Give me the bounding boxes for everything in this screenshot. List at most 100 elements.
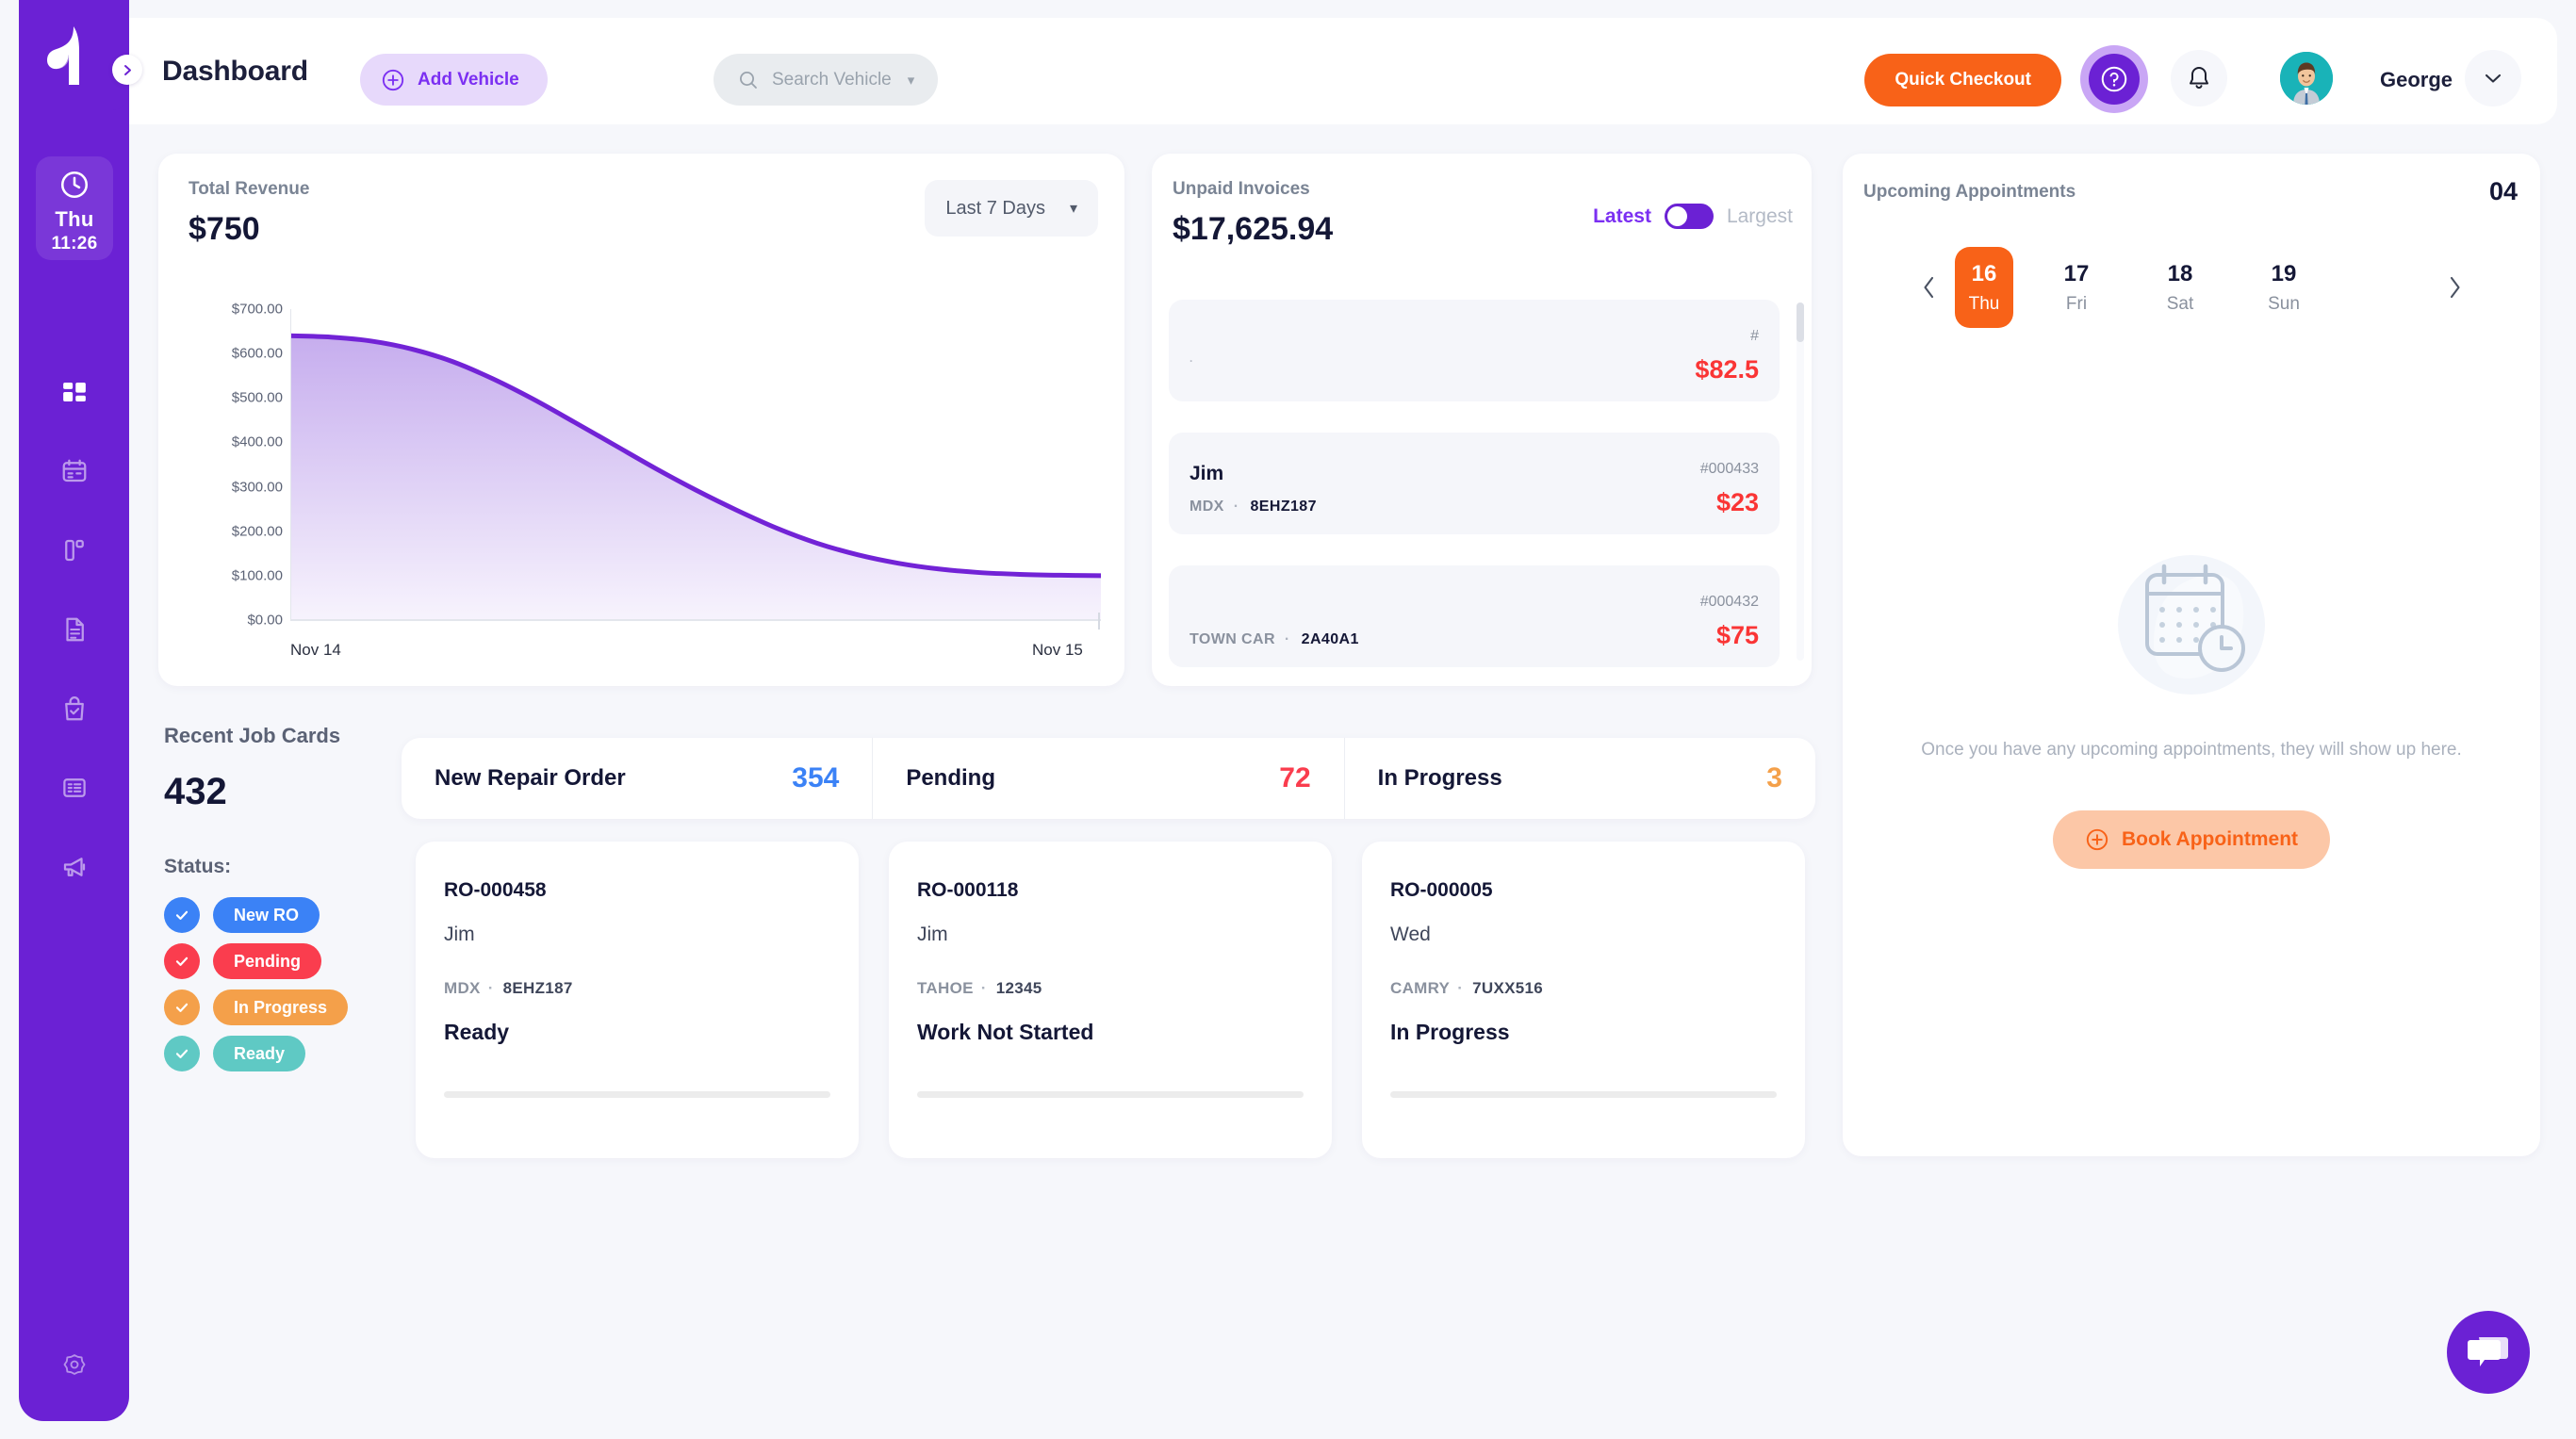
check-icon[interactable] xyxy=(164,943,200,979)
notifications-button[interactable] xyxy=(2171,50,2227,106)
status-badge[interactable]: New RO xyxy=(213,897,320,933)
invoices-scrollbar[interactable] xyxy=(1797,303,1804,661)
appointments-empty-illustration xyxy=(2102,535,2281,719)
invoices-sort-switch[interactable] xyxy=(1664,204,1714,229)
sidebar-item-marketing[interactable] xyxy=(36,841,113,893)
invoice-row[interactable]: #000432 TOWN CAR · 2A40A1 $75 xyxy=(1169,565,1780,667)
sidebar-item-documents[interactable] xyxy=(36,603,113,656)
invoice-row[interactable]: . # $82.5 xyxy=(1169,300,1780,401)
search-vehicle-input[interactable]: Search Vehicle ▾ xyxy=(714,54,939,106)
quick-checkout-button[interactable]: Quick Checkout xyxy=(1864,54,2061,106)
invoice-plate: 2A40A1 xyxy=(1301,631,1359,647)
sidebar-item-reports[interactable] xyxy=(36,761,113,814)
job-card[interactable]: RO-000458 Jim MDX · 8EHZ187 Ready xyxy=(416,842,859,1158)
chevron-down-icon xyxy=(2485,74,2502,83)
sidebar-item-board[interactable] xyxy=(36,524,113,577)
job-card-vehicle: TAHOE · 12345 xyxy=(917,979,1042,998)
appointments-next-button[interactable] xyxy=(2428,261,2481,314)
stat-value: 354 xyxy=(792,762,840,793)
job-card-plate: 8EHZ187 xyxy=(502,979,573,997)
job-card[interactable]: RO-000118 Jim TAHOE · 12345 Work Not Start… xyxy=(889,842,1332,1158)
chart-y-tick-label: $600.00 xyxy=(231,345,283,362)
status-filter-new-ro[interactable]: New RO xyxy=(164,897,320,933)
chart-y-tick-label: $200.00 xyxy=(231,523,283,540)
status-badge[interactable]: In Progress xyxy=(213,989,349,1025)
book-appointment-label: Book Appointment xyxy=(2121,828,2299,850)
status-badge[interactable]: Pending xyxy=(213,943,321,979)
chart-y-axis-labels: $0.00 $100.00 $200.00 $300.00 $400.00 $500.00… xyxy=(179,302,283,629)
megaphone-icon xyxy=(63,858,86,876)
job-card-plate: 12345 xyxy=(995,979,1042,997)
scrollbar-thumb[interactable] xyxy=(1797,303,1804,342)
appointment-day-17[interactable]: 17 Fri xyxy=(2036,236,2117,339)
kanban-icon xyxy=(65,539,84,562)
invoice-amount: $82.5 xyxy=(1695,355,1759,384)
job-card-plate: 7UXX516 xyxy=(1472,979,1544,997)
check-icon[interactable] xyxy=(164,1036,200,1071)
job-card[interactable]: RO-000005 Wed CAMRY · 7UXX516 In Progress xyxy=(1362,842,1805,1158)
job-card-ro-number: RO-000118 xyxy=(917,879,1019,901)
invoice-row[interactable]: Jim #000433 MDX · 8EHZ187 $23 xyxy=(1169,433,1780,534)
sidebar-expand-toggle[interactable] xyxy=(112,55,142,85)
check-icon[interactable] xyxy=(164,897,200,933)
stat-pending[interactable]: Pending 72 xyxy=(872,738,1343,819)
clock-day: Thu xyxy=(55,207,94,231)
chart-plot-area xyxy=(290,309,1101,630)
stat-value: 3 xyxy=(1766,762,1782,793)
job-card-status: Work Not Started xyxy=(917,1020,1094,1044)
appointment-day-19[interactable]: 19 Sun xyxy=(2243,236,2324,339)
sidebar-item-settings[interactable] xyxy=(36,1338,113,1391)
add-vehicle-button[interactable]: Add Vehicle xyxy=(360,54,548,106)
appointment-day-weekday: Sun xyxy=(2268,293,2300,314)
appointment-day-16[interactable]: 16 Thu xyxy=(1955,247,2013,328)
status-filter-ready[interactable]: Ready xyxy=(164,1036,306,1071)
appointments-prev-button[interactable] xyxy=(1902,261,1955,314)
invoices-card-title: Unpaid Invoices xyxy=(1173,179,1310,199)
job-card-progress-bar xyxy=(444,1091,830,1098)
job-stats-strip: New Repair Order 354 Pending 72 In Progress 3 xyxy=(402,738,1815,819)
recent-job-cards-title: Recent Job Cards xyxy=(164,724,341,747)
plus-circle-icon xyxy=(382,69,404,90)
separator-dot: · xyxy=(1457,979,1464,997)
stat-new-repair-order[interactable]: New Repair Order 354 xyxy=(402,738,872,819)
book-appointment-button[interactable]: Book Appointment xyxy=(2052,810,2331,869)
status-filter-pending[interactable]: Pending xyxy=(164,943,321,979)
sidebar-item-calendar[interactable] xyxy=(36,445,113,498)
job-card-vehicle-model: CAMRY xyxy=(1390,979,1451,997)
add-vehicle-label: Add Vehicle xyxy=(418,69,519,90)
status-filter-in-progress[interactable]: In Progress xyxy=(164,989,349,1025)
appointment-day-number: 18 xyxy=(2167,260,2193,286)
job-card-ro-number: RO-000005 xyxy=(1390,879,1493,901)
total-revenue-card: Total Revenue $750 Last 7 Days ▾ $0.00 $1… xyxy=(158,154,1124,686)
chart-y-tick-label: $400.00 xyxy=(231,433,283,450)
revenue-range-label: Last 7 Days xyxy=(945,197,1045,219)
avatar[interactable] xyxy=(2280,52,2333,105)
job-card-progress-bar xyxy=(917,1091,1304,1098)
invoices-sort-toggle[interactable]: Latest Largest xyxy=(1593,204,1793,229)
invoice-plate: 8EHZ187 xyxy=(1250,499,1317,515)
chat-widget-button[interactable] xyxy=(2447,1311,2530,1394)
stat-label: New Repair Order xyxy=(435,765,626,791)
appointment-day-18[interactable]: 18 Sat xyxy=(2140,236,2221,339)
chevron-right-icon xyxy=(2450,276,2460,299)
gear-icon xyxy=(63,1354,86,1375)
check-icon[interactable] xyxy=(164,989,200,1025)
brand-logo[interactable] xyxy=(19,0,129,110)
stat-in-progress[interactable]: In Progress 3 xyxy=(1343,738,1815,819)
appointments-empty-message: Once you have any upcoming appointments,… xyxy=(1921,740,2462,760)
separator-dot: · xyxy=(487,979,494,997)
revenue-range-select[interactable]: Last 7 Days ▾ xyxy=(925,180,1098,237)
document-icon xyxy=(66,617,84,642)
sidebar-item-parts[interactable] xyxy=(36,682,113,735)
user-menu-button[interactable] xyxy=(2465,50,2521,106)
grid-icon xyxy=(63,383,86,401)
help-button[interactable] xyxy=(2080,45,2148,113)
invoice-customer-name: . xyxy=(1190,352,1193,365)
job-card-vehicle: MDX · 8EHZ187 xyxy=(444,979,573,998)
chart-y-tick-label: $700.00 xyxy=(231,301,283,318)
recent-job-cards-count: 432 xyxy=(164,771,227,812)
invoice-customer-name: Jim xyxy=(1190,463,1224,484)
sidebar-item-dashboard[interactable] xyxy=(36,366,113,418)
job-card-status: Ready xyxy=(444,1020,510,1044)
status-badge[interactable]: Ready xyxy=(213,1036,306,1071)
